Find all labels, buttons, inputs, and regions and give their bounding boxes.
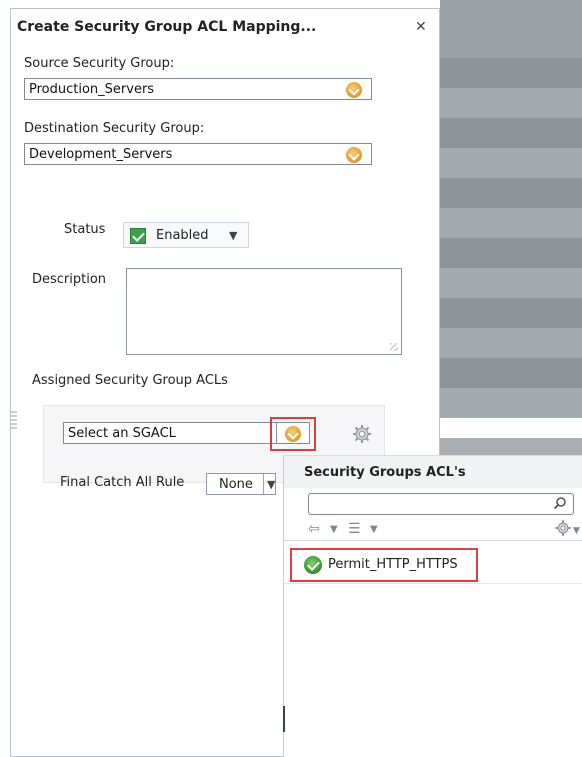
dialog-title: Create Security Group ACL Mapping... [17, 19, 317, 35]
drag-handle-icon[interactable] [11, 411, 17, 429]
chevron-down-icon[interactable] [346, 82, 362, 98]
status-value: Enabled [156, 228, 209, 243]
sgacl-select[interactable]: Select an SGACL [63, 422, 281, 444]
final-rule-value: None [219, 477, 253, 492]
chevron-down-icon[interactable] [346, 147, 362, 163]
background-header [440, 0, 582, 58]
checkmark-icon[interactable] [130, 228, 146, 244]
background-row [440, 178, 582, 208]
background-row [440, 118, 582, 148]
background-row [440, 88, 582, 118]
background-row [440, 148, 582, 178]
assigned-acls-label: Assigned Security Group ACLs [32, 373, 228, 388]
destination-group-label: Destination Security Group: [24, 121, 205, 136]
background-row [440, 298, 582, 328]
scroll-indicator [283, 706, 285, 732]
search-icon[interactable] [553, 496, 567, 510]
gear-icon[interactable] [554, 519, 572, 541]
popup-toolbar: ⇦ ▼ ☰ ▼ ▼ [284, 518, 582, 540]
destination-group-select[interactable]: Development_Servers [24, 143, 372, 165]
background-row [440, 328, 582, 358]
search-input[interactable] [308, 493, 574, 515]
background-row [440, 58, 582, 88]
status-dropdown[interactable]: Enabled ▼ [123, 222, 249, 248]
background-row [440, 358, 582, 388]
background-row [440, 388, 582, 418]
back-arrow-icon[interactable]: ⇦ [308, 521, 320, 537]
resize-grip-icon[interactable] [390, 343, 398, 351]
source-group-label: Source Security Group: [24, 56, 175, 71]
background-row [440, 268, 582, 298]
chevron-down-icon[interactable] [285, 426, 301, 442]
close-icon[interactable]: ✕ [415, 19, 427, 35]
background-row [440, 208, 582, 238]
sgacl-popup: Security Groups ACL's ⇦ ▼ ☰ ▼ ▼ Permit_H… [283, 455, 582, 757]
caret-down-icon[interactable]: ▼ [229, 229, 237, 242]
list-divider [284, 583, 582, 584]
list-icon[interactable]: ☰ [348, 521, 361, 537]
destination-group-value: Development_Servers [29, 147, 173, 162]
gear-icon[interactable] [352, 424, 372, 444]
popup-header: Security Groups ACL's [284, 456, 582, 488]
caret-down-icon[interactable]: ▼ [267, 478, 275, 491]
status-label: Status [64, 222, 106, 237]
caret-down-icon[interactable]: ▼ [330, 524, 338, 535]
source-group-select[interactable]: Production_Servers [24, 78, 372, 100]
toolbar-divider [284, 540, 582, 541]
source-group-value: Production_Servers [29, 82, 155, 97]
caret-down-icon[interactable]: ▼ [370, 524, 378, 535]
sgacl-placeholder: Select an SGACL [68, 426, 176, 441]
description-label: Description [32, 272, 107, 287]
popup-title: Security Groups ACL's [304, 465, 466, 480]
background-row [440, 238, 582, 268]
check-circle-icon [304, 556, 322, 574]
select-separator [263, 474, 264, 494]
list-item[interactable]: Permit_HTTP_HTTPS [298, 552, 470, 578]
description-textarea[interactable] [126, 268, 402, 355]
final-rule-label: Final Catch All Rule [60, 475, 185, 490]
final-rule-select[interactable]: None ▼ [206, 473, 276, 495]
caret-down-icon[interactable]: ▼ [573, 526, 580, 536]
list-item-label: Permit_HTTP_HTTPS [328, 557, 458, 572]
sgacl-dropdown-button[interactable] [276, 422, 310, 444]
